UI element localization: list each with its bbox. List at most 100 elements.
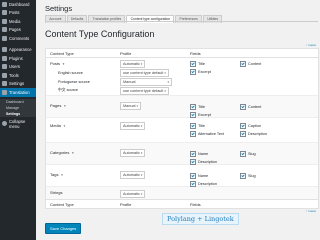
profile-select-posts[interactable]: Automatic ▾ bbox=[120, 60, 146, 68]
field-label: Title bbox=[198, 124, 206, 128]
bottom-menu-link[interactable]: ↑ menu bbox=[306, 209, 316, 213]
chevron-down-icon: ▾ bbox=[164, 88, 166, 93]
sidebar-item-label: Appearance bbox=[9, 47, 32, 53]
profile-select-media[interactable]: Automatic ▾ bbox=[120, 122, 146, 130]
sidebar-item-users[interactable]: Users bbox=[0, 63, 36, 72]
field-checkbox[interactable]: Content bbox=[240, 103, 290, 111]
profile-select-tags[interactable]: Automatic ▾ bbox=[120, 171, 146, 179]
field-label: Slug bbox=[248, 152, 256, 156]
expand-caret-icon[interactable]: ▼ bbox=[62, 62, 65, 66]
user-icon bbox=[2, 64, 7, 70]
admin-sidebar: Dashboard Posts Media Pages Comments App… bbox=[0, 0, 36, 240]
expand-caret-icon[interactable]: ▼ bbox=[71, 151, 74, 155]
expand-caret-icon[interactable]: ▼ bbox=[60, 173, 63, 177]
checkbox[interactable] bbox=[190, 69, 196, 75]
field-label: Description bbox=[198, 182, 217, 186]
select-value: Manual bbox=[123, 104, 136, 108]
profile-select-pages[interactable]: Manual ▾ bbox=[120, 102, 141, 110]
source-label: Portuguese source bbox=[58, 79, 90, 84]
chevron-down-icon: ▾ bbox=[136, 104, 138, 108]
sidebar-item-label: Tools bbox=[9, 72, 19, 78]
sidebar-item-comments[interactable]: Comments bbox=[0, 34, 36, 43]
collapse-menu-button[interactable]: Collapse menu bbox=[0, 119, 36, 129]
content-type-pages: Pages bbox=[50, 103, 62, 108]
checkbox[interactable] bbox=[240, 151, 246, 157]
select-value: Automatic bbox=[123, 173, 140, 177]
field-checkbox[interactable]: Name bbox=[190, 150, 240, 158]
field-label: Name bbox=[198, 174, 209, 178]
checkbox[interactable] bbox=[190, 151, 196, 157]
sidebar-item-translation[interactable]: Translation bbox=[0, 88, 36, 97]
checkbox[interactable] bbox=[190, 112, 196, 118]
field-label: Excerpt bbox=[198, 70, 211, 74]
field-checkbox[interactable]: Title bbox=[190, 103, 240, 111]
select-value: Automatic bbox=[123, 151, 140, 155]
field-checkbox[interactable]: Title bbox=[190, 60, 240, 68]
field-checkbox[interactable]: Name bbox=[190, 172, 240, 180]
content-type-categories: Categories bbox=[50, 150, 70, 155]
sidebar-item-plugins[interactable]: Plugins bbox=[0, 54, 36, 63]
save-changes-button[interactable]: Save Changes bbox=[45, 223, 82, 234]
field-checkbox[interactable]: Alternative Text bbox=[190, 130, 240, 138]
comment-icon bbox=[2, 35, 7, 41]
submenu-item-settings[interactable]: Settings bbox=[0, 110, 36, 117]
collapse-icon bbox=[2, 121, 7, 127]
main-content: Settings Account Defaults Translation pr… bbox=[36, 0, 320, 240]
sidebar-item-appearance[interactable]: Appearance bbox=[0, 46, 36, 55]
field-checkbox[interactable]: Content bbox=[240, 60, 290, 68]
field-checkbox[interactable]: Caption bbox=[240, 122, 290, 130]
header-content-type: Content Type bbox=[50, 50, 74, 56]
content-type-strings: Strings bbox=[50, 190, 63, 195]
chevron-down-icon: ▾ bbox=[140, 151, 143, 155]
field-checkbox[interactable]: Excerpt bbox=[190, 68, 240, 76]
sidebar-item-label: Users bbox=[9, 64, 20, 70]
table-row-strings: Strings Automatic ▾ bbox=[46, 187, 318, 199]
checkbox[interactable] bbox=[190, 159, 196, 165]
field-label: Alternative Text bbox=[198, 132, 224, 136]
checkbox[interactable] bbox=[240, 131, 246, 137]
sidebar-item-settings[interactable]: Settings bbox=[0, 80, 36, 89]
sidebar-item-tools[interactable]: Tools bbox=[0, 71, 36, 80]
sidebar-item-label: Comments bbox=[9, 35, 30, 41]
tabs-divider bbox=[45, 21, 318, 22]
top-menu-link[interactable]: ↑ menu bbox=[306, 43, 316, 47]
checkbox[interactable] bbox=[190, 181, 196, 187]
expand-caret-icon[interactable]: ▼ bbox=[63, 104, 66, 108]
checkbox[interactable] bbox=[240, 173, 246, 179]
sidebar-item-label: Settings bbox=[9, 81, 25, 87]
source-profile-select[interactable]: use content type default ▾ bbox=[120, 86, 169, 95]
checkbox[interactable] bbox=[240, 104, 246, 110]
sidebar-item-pages[interactable]: Pages bbox=[0, 26, 36, 35]
page-title: Settings bbox=[45, 4, 73, 13]
field-checkbox[interactable]: Slug bbox=[240, 150, 290, 158]
sidebar-item-posts[interactable]: Posts bbox=[0, 9, 36, 18]
overlay-caption: Polylang + Lingotek bbox=[162, 213, 239, 225]
settings-icon bbox=[2, 81, 7, 87]
expand-caret-icon[interactable]: ▼ bbox=[63, 124, 66, 128]
checkbox[interactable] bbox=[240, 61, 246, 67]
content-type-posts: Posts bbox=[50, 61, 61, 66]
profile-select-strings[interactable]: Automatic ▾ bbox=[120, 190, 146, 198]
sidebar-item-label: Pages bbox=[9, 27, 21, 33]
checkbox[interactable] bbox=[240, 123, 246, 129]
checkbox[interactable] bbox=[190, 173, 196, 179]
sidebar-item-dashboard[interactable]: Dashboard bbox=[0, 0, 36, 9]
table-row-categories: Categories ▼ Automatic ▾ Name Slug Descrip… bbox=[46, 143, 318, 165]
dashboard-icon bbox=[2, 1, 7, 7]
checkbox[interactable] bbox=[190, 104, 196, 110]
sidebar-item-media[interactable]: Media bbox=[0, 17, 36, 26]
checkbox[interactable] bbox=[190, 131, 196, 137]
source-row: 中文 source use content type default ▾ bbox=[46, 86, 318, 96]
field-label: Title bbox=[198, 105, 206, 109]
sidebar-item-label: Plugins bbox=[9, 55, 23, 61]
checkbox[interactable] bbox=[190, 61, 196, 67]
field-label: Content bbox=[248, 62, 262, 66]
footer-content-type: Content Type bbox=[50, 201, 74, 207]
profile-select-categories[interactable]: Automatic ▾ bbox=[120, 149, 146, 157]
checkbox[interactable] bbox=[190, 123, 196, 129]
field-checkbox[interactable]: Slug bbox=[240, 172, 290, 180]
media-icon bbox=[2, 18, 7, 24]
field-checkbox[interactable]: Title bbox=[190, 122, 240, 130]
source-label: English source bbox=[58, 71, 83, 76]
field-checkbox[interactable]: Description bbox=[240, 130, 290, 138]
